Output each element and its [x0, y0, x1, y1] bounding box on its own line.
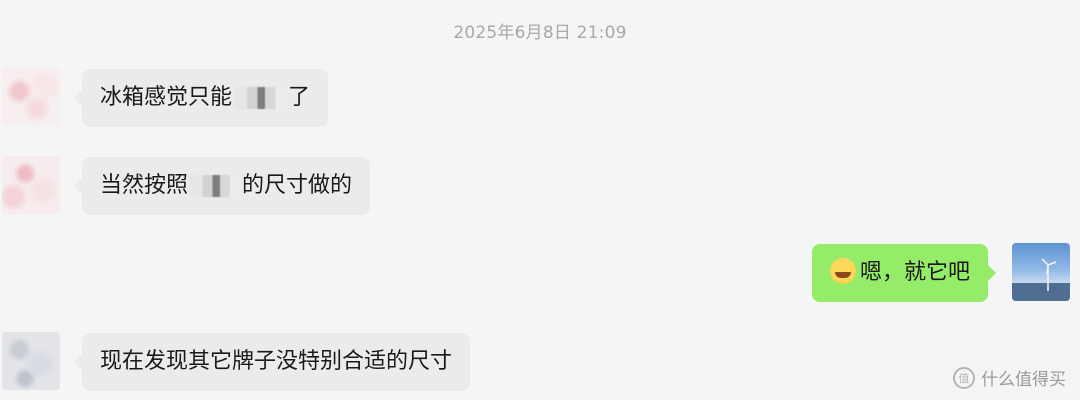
message-text: 了 [288, 85, 311, 110]
contact-avatar[interactable] [2, 68, 60, 126]
message-row-incoming: 现在发现其它牌子没特别合适的尺寸 [0, 332, 1080, 392]
message-row-incoming: 冰箱感觉只能 了 [0, 68, 1080, 128]
message-bubble-outgoing[interactable]: 嗯，就它吧 [811, 244, 997, 302]
wind-turbine-icon [1012, 258, 1070, 301]
message-row-outgoing: 嗯，就它吧 [0, 243, 1080, 303]
zhi-logo-icon: 值 [953, 366, 975, 389]
message-text: 冰箱感觉只能 [100, 85, 233, 110]
message-bubble-incoming[interactable]: 现在发现其它牌子没特别合适的尺寸 [73, 333, 471, 391]
message-text: 现在发现其它牌子没特别合适的尺寸 [100, 349, 453, 374]
redacted-mosaic [190, 175, 241, 197]
message-text: 当然按照 [100, 173, 189, 198]
message-timestamp: 2025年6月8日 21:09 [453, 23, 627, 43]
watermark-text: 什么值得买 [981, 370, 1066, 390]
message-bubble-incoming[interactable]: 当然按照 的尺寸做的 [73, 157, 371, 215]
laughing-tears-emoji-icon [829, 258, 856, 284]
message-bubble-incoming[interactable]: 冰箱感觉只能 了 [73, 69, 329, 127]
message-text: 的尺寸做的 [242, 173, 353, 198]
self-avatar[interactable] [1012, 243, 1070, 301]
contact-avatar[interactable] [2, 156, 60, 214]
contact-avatar[interactable] [2, 332, 60, 390]
message-text: 嗯，就它吧 [859, 260, 970, 285]
site-watermark: 值 什么值得买 [953, 365, 1066, 390]
redacted-mosaic [234, 87, 287, 109]
message-row-incoming: 当然按照 的尺寸做的 [0, 156, 1080, 216]
